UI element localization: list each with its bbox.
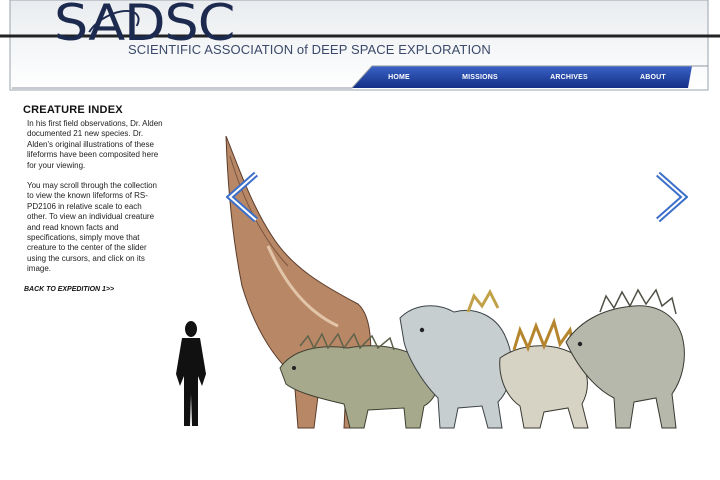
armored-reptile-creature[interactable] (565, 288, 685, 429)
sidebar: CREATURE INDEX In his first field observ… (23, 104, 163, 285)
intro-paragraph: In his first field observations, Dr. Ald… (27, 119, 163, 170)
instructions-paragraph: You may scroll through the collection to… (27, 181, 157, 274)
nav-missions[interactable]: MISSIONS (462, 74, 498, 81)
nav-about[interactable]: ABOUT (640, 74, 666, 81)
main-nav: HOME MISSIONS ARCHIVES ABOUT (362, 67, 692, 87)
back-to-expedition-link[interactable]: BACK TO EXPEDITION 1>> (24, 286, 114, 293)
nav-archives[interactable]: ARCHIVES (550, 74, 588, 81)
site-header: SADSC SCIENTIFIC ASSOCIATION of DEEP SPA… (0, 0, 720, 92)
creature-slider[interactable] (168, 135, 696, 436)
page-title: CREATURE INDEX (23, 104, 123, 116)
nav-home[interactable]: HOME (388, 74, 410, 81)
chevron-left-icon[interactable] (226, 172, 260, 222)
organization-name: SCIENTIFIC ASSOCIATION of DEEP SPACE EXP… (128, 42, 491, 57)
chevron-right-icon[interactable] (654, 172, 688, 222)
human-silhouette (176, 321, 206, 426)
